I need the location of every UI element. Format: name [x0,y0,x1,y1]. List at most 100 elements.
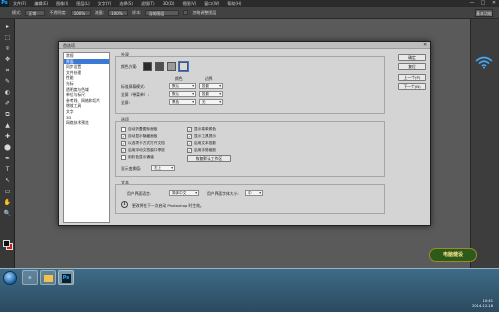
fullscreen-menus-color-select[interactable]: 默认 [169,91,196,97]
flow-select[interactable]: 100% [108,9,129,16]
floating-docking-label: 启用浮动文档窗口停放 [128,148,165,152]
menu-file[interactable]: 文件(F) [9,1,30,7]
minimize-button[interactable]: — [467,0,477,7]
sample-select[interactable]: 当前图层 [145,9,180,16]
taskbar-ie-button[interactable]: e [22,270,38,285]
folder-icon [43,275,53,282]
fullscreen-border-select[interactable]: 无 [199,99,223,105]
system-clock[interactable]: 10:41 2014-12-18 [472,299,493,308]
ui-language-label: 用户界面语言: [127,191,152,196]
standard-screen-color-select[interactable]: 默认 [169,83,196,89]
mode-label: 模式: [12,9,22,15]
menu-select[interactable]: 选择(S) [115,1,137,7]
lasso-tool-icon[interactable]: ⌾ [3,45,12,52]
ui-language-select[interactable]: 简体中文 [169,190,199,196]
theme-swatch-dark[interactable] [155,62,164,71]
sample-label: 样本: [132,9,142,15]
zoom-tool-icon[interactable]: 🔍 [3,210,12,217]
menu-3d[interactable]: 3D(D) [159,1,179,6]
taskbar-explorer-button[interactable] [40,270,56,285]
menu-image[interactable]: 图像(I) [52,1,72,7]
floating-docking-checkbox[interactable]: ✓ [121,148,126,153]
menu-window[interactable]: 窗口(W) [200,1,223,7]
workspace-button[interactable]: 基本功能 [475,9,493,17]
reset-button[interactable]: 复位 [398,63,426,70]
ui-font-size-select[interactable]: 中 [245,190,263,196]
crop-tool-icon[interactable]: ⌗ [3,67,12,74]
open-as-tabs-label: 以选项卡方式打开文档 [128,141,165,145]
theme-swatch-light[interactable] [178,61,189,72]
start-button-icon[interactable] [3,271,17,285]
clone-stamp-tool-icon[interactable]: ⧉ [3,111,12,118]
ignore-adjustments-label: 忽略调整图层 [192,9,217,15]
restore-workspace-button[interactable]: 恢复默认工作区 [187,155,231,162]
pen-tool-icon[interactable]: ✒ [3,155,12,162]
ok-button[interactable]: 确定 [398,54,426,61]
color-channels-checkbox[interactable] [121,155,126,160]
brush-tool-icon[interactable]: ✐ [3,100,12,107]
healing-brush-tool-icon[interactable]: ◐ [3,89,12,96]
menu-colors-checkbox[interactable]: ✓ [187,127,192,132]
maximize-button[interactable]: □ [478,0,488,7]
eraser-tool-icon[interactable]: ✚ [3,133,12,140]
open-as-tabs-checkbox[interactable]: ✓ [121,141,126,146]
windows-taskbar [0,268,499,312]
taskbar-photoshop-button[interactable]: Ps [58,270,74,285]
theme-swatch-medium[interactable] [167,62,176,71]
menu-edit[interactable]: 编辑(E) [30,1,52,7]
text-shadow-label: 启用文本投影 [194,141,217,145]
watermark-badge: 电脑健设 [429,248,477,262]
eyedropper-tool-icon[interactable]: ✎ [3,78,12,85]
auto-show-panels-label: 自动显示隐藏面板 [128,134,158,138]
preferences-dialog: 首选项 ✕ 常规 界面 同步设置 文件处理 性能 光标 透明度与色域 单位与标尺… [58,41,431,226]
quick-select-tool-icon[interactable]: ✥ [3,56,12,63]
next-button[interactable]: 下一个(N) [398,83,426,90]
info-icon: i [121,201,128,208]
text-group [115,184,385,214]
clock-date: 2014-12-18 [472,303,493,308]
border-column-header: 边界 [205,76,213,81]
gesture-zoom-label: 启用手势缩放 [194,148,217,152]
flow-label: 流量: [94,9,105,15]
category-tech-previews[interactable]: 网络技术预览 [64,120,109,126]
color-channels-label: 用彩色显示通道 [128,155,154,159]
path-select-tool-icon[interactable]: ↖ [3,177,12,184]
theme-swatch-darkest[interactable] [143,62,152,71]
marquee-tool-icon[interactable]: ⬚ [3,34,12,41]
menu-view[interactable]: 视图(V) [178,1,200,7]
type-tool-icon[interactable]: T [3,166,12,173]
menu-layer[interactable]: 图层(L) [72,1,93,7]
hand-tool-icon[interactable]: ✋ [3,199,12,206]
menu-bar: Ps 文件(F) 编辑(E) 图像(I) 图层(L) 文字(Y) 选择(S) 滤… [0,0,499,7]
ignore-adjustments-checkbox[interactable] [183,10,189,15]
menu-filter[interactable]: 滤镜(T) [137,1,159,7]
gesture-zoom-checkbox[interactable]: ✓ [187,148,192,153]
tool-tips-label: 显示工具提示 [194,134,217,138]
standard-screen-label: 标准屏幕模式: [121,84,146,89]
close-window-button[interactable]: ✕ [489,0,499,7]
tool-tips-checkbox[interactable]: ✓ [187,134,192,139]
menu-colors-label: 显示菜单颜色 [194,127,217,131]
color-theme-label: 颜色方案: [121,64,138,69]
tools-panel: ▸ ⬚ ⌾ ✥ ⌗ ✎ ◐ ✐ ⧉ ▲ ✚ ⬤ ✒ T ↖ ▭ ✋ 🔍 [0,19,15,268]
menu-help[interactable]: 帮助(H) [223,1,245,7]
text-shadow-checkbox[interactable]: ✓ [187,141,192,146]
standard-screen-border-select[interactable]: 投影 [199,83,223,89]
dialog-close-icon[interactable]: ✕ [423,43,428,48]
fullscreen-menus-label: 全屏（带菜单）: [121,92,149,97]
auto-collapse-checkbox[interactable] [121,127,126,132]
opacity-select[interactable]: 100% [70,9,91,16]
history-brush-tool-icon[interactable]: ▲ [3,122,12,129]
photoshop-taskbar-icon: Ps [61,274,71,283]
foreground-color-swatch[interactable] [3,240,10,247]
move-tool-icon[interactable]: ▸ [3,23,12,30]
shape-tool-icon[interactable]: ▭ [3,188,12,195]
transform-values-select[interactable]: 右上 [151,165,175,171]
mode-select[interactable]: 正常 [25,9,46,16]
previous-button[interactable]: 上一个(P) [398,74,426,81]
fullscreen-menus-border-select[interactable]: 投影 [199,91,223,97]
gradient-tool-icon[interactable]: ⬤ [3,144,12,151]
fullscreen-color-select[interactable]: 黑色 [169,99,196,105]
menu-type[interactable]: 文字(Y) [94,1,116,7]
auto-show-panels-checkbox[interactable]: ✓ [121,134,126,139]
